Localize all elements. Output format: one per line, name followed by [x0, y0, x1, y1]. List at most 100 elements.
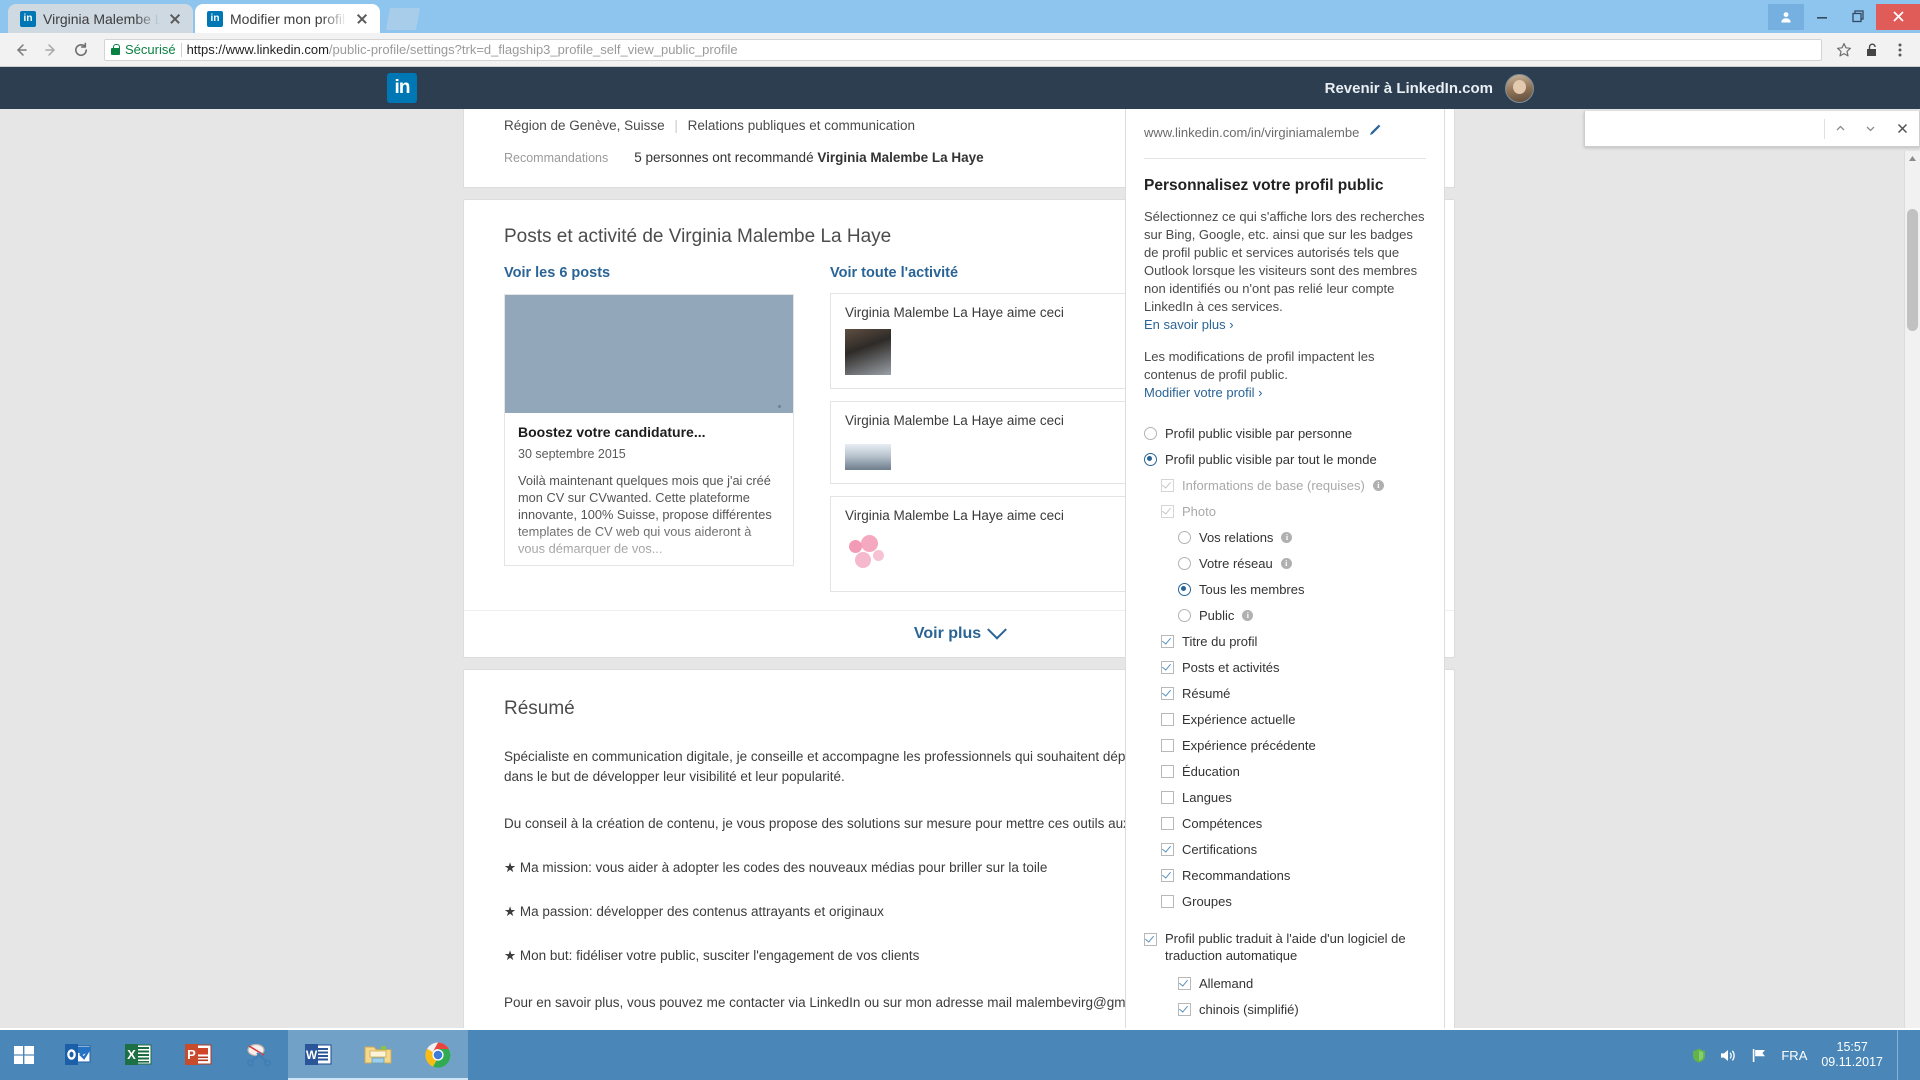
- scrollbar-thumb[interactable]: [1907, 209, 1918, 331]
- address-bar[interactable]: Sécurisé https://www.linkedin.com/public…: [104, 38, 1822, 61]
- checkbox-icon[interactable]: [1178, 976, 1191, 990]
- option-label: Profil public traduit à l'aide d'un logi…: [1165, 931, 1406, 963]
- security-status-label: Sécurisé: [125, 42, 176, 57]
- extension-lock-icon[interactable]: [1860, 38, 1884, 62]
- option-public-profile-nobody[interactable]: Profil public visible par personne: [1144, 424, 1426, 442]
- checkbox-icon[interactable]: [1161, 868, 1174, 882]
- volume-icon[interactable]: [1720, 1048, 1737, 1063]
- checkbox-icon[interactable]: [1161, 738, 1174, 752]
- snipping-tool-icon[interactable]: [228, 1030, 288, 1080]
- recommendations-text: 5 personnes ont recommandé Virginia Male…: [634, 150, 983, 165]
- language-indicator[interactable]: FRA: [1781, 1048, 1807, 1063]
- new-tab-button[interactable]: [386, 8, 420, 30]
- option-skills[interactable]: Compétences: [1144, 814, 1426, 832]
- checkbox-icon[interactable]: [1161, 764, 1174, 778]
- radio-icon[interactable]: [1178, 582, 1191, 596]
- see-posts-link[interactable]: Voir les 6 posts: [504, 265, 794, 281]
- learn-more-link[interactable]: En savoir plus ›: [1144, 317, 1234, 332]
- checkbox-icon[interactable]: [1161, 634, 1174, 648]
- option-photo-public[interactable]: Public i: [1144, 606, 1426, 624]
- info-icon[interactable]: i: [1242, 609, 1254, 621]
- minimize-button[interactable]: [1804, 4, 1840, 30]
- checkbox-icon[interactable]: [1161, 660, 1174, 674]
- browser-toolbar: Sécurisé https://www.linkedin.com/public…: [0, 33, 1920, 67]
- find-previous-icon[interactable]: [1825, 111, 1855, 146]
- option-label: Éducation: [1182, 763, 1240, 779]
- option-certifications[interactable]: Certifications: [1144, 840, 1426, 858]
- option-education[interactable]: Éducation: [1144, 762, 1426, 780]
- avatar[interactable]: [1505, 73, 1534, 103]
- radio-icon[interactable]: [1144, 452, 1157, 466]
- browser-tab-1[interactable]: in Virginia Malembe La Haye: [8, 4, 193, 33]
- option-summary[interactable]: Résumé: [1144, 684, 1426, 702]
- clock[interactable]: 15:57 09.11.2017: [1821, 1040, 1883, 1070]
- checkbox-icon[interactable]: [1161, 686, 1174, 700]
- edit-profile-link[interactable]: Modifier votre profil ›: [1144, 385, 1262, 400]
- chrome-browser-window: in Virginia Malembe La Haye in Modifier …: [0, 0, 1920, 1030]
- checkbox-icon[interactable]: [1161, 842, 1174, 856]
- powerpoint-icon[interactable]: P: [168, 1030, 228, 1080]
- windows-start-icon[interactable]: [0, 1030, 48, 1080]
- option-profile-headline[interactable]: Titre du profil: [1144, 632, 1426, 650]
- browser-tab-2[interactable]: in Modifier mon profil public: [195, 4, 380, 33]
- option-public-profile-everyone[interactable]: Profil public visible par tout le monde: [1144, 450, 1426, 468]
- visibility-options-list: Profil public visible par personne Profi…: [1144, 424, 1426, 1018]
- checkbox-icon[interactable]: [1161, 712, 1174, 726]
- info-icon[interactable]: i: [1281, 531, 1293, 543]
- scroll-up-icon[interactable]: [1905, 151, 1920, 166]
- checkbox-icon[interactable]: [1144, 933, 1157, 946]
- option-label: Résumé: [1182, 685, 1231, 701]
- back-button[interactable]: [8, 37, 34, 63]
- excel-icon[interactable]: X: [108, 1030, 168, 1080]
- back-to-linkedin-link[interactable]: Revenir à LinkedIn.com: [1325, 80, 1493, 97]
- chrome-menu-icon[interactable]: [1888, 38, 1912, 62]
- maximize-button[interactable]: [1840, 4, 1876, 30]
- file-explorer-icon[interactable]: [348, 1030, 408, 1080]
- radio-icon[interactable]: [1178, 608, 1191, 622]
- reload-button[interactable]: [68, 37, 94, 63]
- outlook-icon[interactable]: [48, 1030, 108, 1080]
- info-icon[interactable]: i: [1372, 479, 1384, 491]
- option-posts-activities[interactable]: Posts et activités: [1144, 658, 1426, 676]
- option-groups[interactable]: Groupes: [1144, 892, 1426, 910]
- option-photo-all-members[interactable]: Tous les membres: [1144, 580, 1426, 598]
- option-recommendations[interactable]: Recommandations: [1144, 866, 1426, 884]
- radio-icon[interactable]: [1144, 426, 1157, 440]
- word-icon[interactable]: W: [288, 1030, 348, 1080]
- checkbox-icon[interactable]: [1161, 790, 1174, 804]
- option-language-german[interactable]: Allemand: [1144, 974, 1426, 992]
- post-card[interactable]: Boostez votre candidature... 30 septembr…: [504, 294, 794, 566]
- forward-button[interactable]: [38, 37, 64, 63]
- show-desktop-button[interactable]: [1897, 1030, 1906, 1080]
- close-icon[interactable]: [354, 11, 370, 27]
- option-auto-translation[interactable]: Profil public traduit à l'aide d'un logi…: [1144, 930, 1426, 964]
- option-photo-connections[interactable]: Vos relations i: [1144, 528, 1426, 546]
- option-past-experience[interactable]: Expérience précédente: [1144, 736, 1426, 754]
- info-icon[interactable]: i: [1280, 557, 1292, 569]
- checkbox-icon[interactable]: [1161, 816, 1174, 830]
- option-current-experience[interactable]: Expérience actuelle: [1144, 710, 1426, 728]
- find-input[interactable]: [1585, 111, 1824, 146]
- radio-icon[interactable]: [1178, 530, 1191, 544]
- linkedin-logo-icon[interactable]: in: [387, 73, 417, 103]
- chrome-icon[interactable]: [408, 1030, 468, 1080]
- svg-text:X: X: [127, 1047, 136, 1062]
- close-icon[interactable]: [167, 11, 183, 27]
- checkbox-icon[interactable]: [1161, 894, 1174, 908]
- security-shield-icon[interactable]: [1692, 1048, 1706, 1063]
- checkbox-icon[interactable]: [1178, 1002, 1191, 1016]
- option-language-chinese[interactable]: chinois (simplifié): [1144, 1000, 1426, 1018]
- see-more-label: Voir plus: [913, 625, 982, 642]
- find-next-icon[interactable]: [1855, 111, 1885, 146]
- bookmark-star-icon[interactable]: [1832, 38, 1856, 62]
- close-window-button[interactable]: [1876, 3, 1920, 30]
- page-scrollbar[interactable]: [1904, 151, 1920, 1028]
- find-close-icon[interactable]: [1885, 111, 1919, 146]
- sidebar-note: Les modifications de profil impactent le…: [1144, 349, 1375, 382]
- radio-icon[interactable]: [1178, 556, 1191, 570]
- option-languages[interactable]: Langues: [1144, 788, 1426, 806]
- user-profile-icon[interactable]: [1768, 3, 1804, 30]
- option-photo-network[interactable]: Votre réseau i: [1144, 554, 1426, 572]
- network-flag-icon[interactable]: [1751, 1048, 1767, 1063]
- pencil-icon[interactable]: [1368, 123, 1382, 142]
